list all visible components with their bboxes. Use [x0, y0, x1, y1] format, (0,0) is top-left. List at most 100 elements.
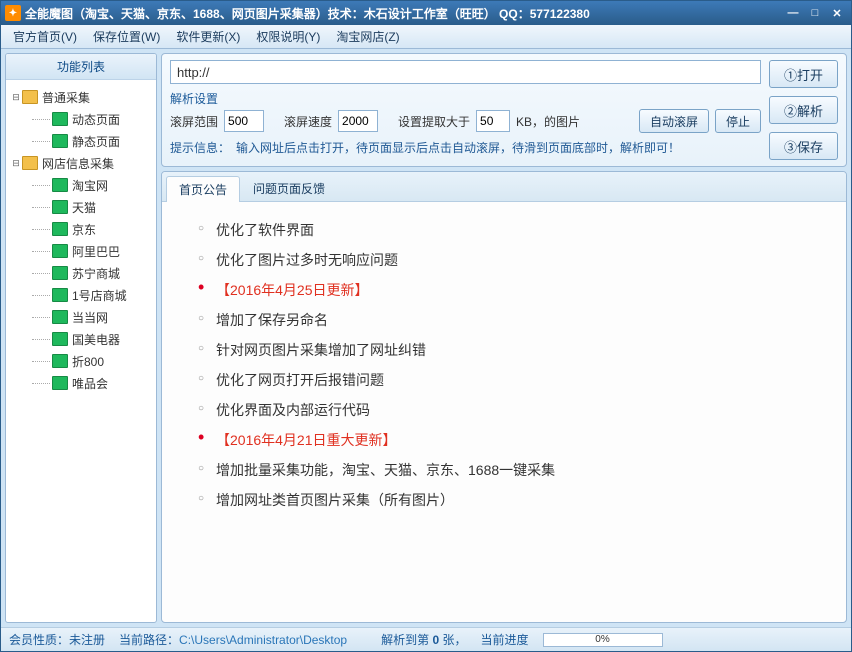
- folder-icon: [52, 112, 68, 126]
- parse-section-label: 解析设置: [170, 90, 218, 107]
- tree-connector: [32, 185, 50, 186]
- tree-connector: [32, 383, 50, 384]
- progress-bar: 0%: [543, 633, 663, 647]
- bulletin-item: 增加批量采集功能，淘宝、天猫、京东、1688一键采集: [198, 460, 828, 480]
- extract-prefix-label: 设置提取大于: [398, 113, 470, 130]
- maximize-button[interactable]: □: [805, 5, 825, 21]
- menu-bar: 官方首页(V) 保存位置(W) 软件更新(X) 权限说明(Y) 淘宝网店(Z): [1, 25, 851, 49]
- folder-icon: [52, 244, 68, 258]
- hint-text: 输入网址后点击打开，待页面显示后点击自动滚屏，待滑到页面底部时，解析即可！: [236, 139, 680, 156]
- tree-group-label[interactable]: 普通采集: [42, 89, 90, 106]
- tree-connector: [32, 295, 50, 296]
- parsed-suffix: 张，: [442, 633, 466, 647]
- folder-icon: [22, 90, 38, 104]
- tabs-head: 首页公告 问题页面反馈: [162, 172, 846, 202]
- stop-button[interactable]: 停止: [715, 109, 761, 133]
- tree-connector: [32, 273, 50, 274]
- menu-taobao-shop[interactable]: 淘宝网店(Z): [328, 26, 407, 47]
- folder-icon: [52, 376, 68, 390]
- extract-kb-input[interactable]: [476, 110, 510, 132]
- tree-connector: [32, 361, 50, 362]
- bulletin-item: 优化了软件界面: [198, 220, 828, 240]
- minimize-button[interactable]: —: [783, 5, 803, 21]
- tree-connector: [32, 251, 50, 252]
- menu-save-location[interactable]: 保存位置(W): [85, 26, 168, 47]
- close-button[interactable]: ✕: [827, 5, 847, 21]
- bulletin-item: 针对网页图片采集增加了网址纠错: [198, 340, 828, 360]
- window-controls: — □ ✕: [783, 5, 847, 21]
- tree-item-label[interactable]: 国美电器: [72, 331, 120, 348]
- menu-permission[interactable]: 权限说明(Y): [248, 26, 328, 47]
- tree-item-label[interactable]: 天猫: [72, 199, 96, 216]
- tree-connector: [32, 317, 50, 318]
- folder-icon: [52, 288, 68, 302]
- tree-connector: [32, 141, 50, 142]
- tab-body[interactable]: 优化了软件界面优化了图片过多时无响应问题【2016年4月25日更新】增加了保存另…: [162, 202, 846, 622]
- folder-icon: [52, 222, 68, 236]
- tree-item-label[interactable]: 静态页面: [72, 133, 120, 150]
- folder-icon: [52, 310, 68, 324]
- tree-item-label[interactable]: 动态页面: [72, 111, 120, 128]
- title-bar: ✦ 全能魔图（淘宝、天猫、京东、1688、网页图片采集器）技术：木石设计工作室（…: [1, 1, 851, 25]
- folder-icon: [52, 200, 68, 214]
- bulletin-item: 增加了保存另命名: [198, 310, 828, 330]
- tree-item-label[interactable]: 唯品会: [72, 375, 108, 392]
- scroll-range-input[interactable]: [224, 110, 264, 132]
- open-button[interactable]: ①打开: [769, 60, 838, 88]
- tree-item-label[interactable]: 阿里巴巴: [72, 243, 120, 260]
- status-bar: 会员性质：未注册 当前路径：C:\Users\Administrator\Des…: [1, 627, 851, 651]
- tree-toggle-icon[interactable]: ⊟: [10, 92, 22, 103]
- tree-item-label[interactable]: 淘宝网: [72, 177, 108, 194]
- parsed-label: 解析到第: [381, 633, 429, 647]
- tree-item-label[interactable]: 苏宁商城: [72, 265, 120, 282]
- sidebar-title: 功能列表: [6, 54, 156, 80]
- app-window: ✦ 全能魔图（淘宝、天猫、京东、1688、网页图片采集器）技术：木石设计工作室（…: [0, 0, 852, 652]
- app-icon: ✦: [5, 5, 21, 21]
- tree-connector: [32, 229, 50, 230]
- path-label: 当前路径：: [119, 633, 179, 647]
- tree-item-label[interactable]: 折800: [72, 353, 104, 370]
- member-label: 会员性质：: [9, 633, 69, 647]
- bulletin-list: 优化了软件界面优化了图片过多时无响应问题【2016年4月25日更新】增加了保存另…: [198, 220, 828, 510]
- tab-feedback[interactable]: 问题页面反馈: [240, 175, 338, 201]
- bulletin-item: 增加网址类首页图片采集（所有图片）: [198, 490, 828, 510]
- action-buttons: ①打开 ②解析 ③保存: [769, 60, 838, 160]
- control-panel: 解析设置 滚屏范围 滚屏速度 设置提取大于 KB，的图片: [161, 53, 847, 167]
- tree-group-label[interactable]: 网店信息采集: [42, 155, 114, 172]
- folder-icon: [52, 266, 68, 280]
- menu-update[interactable]: 软件更新(X): [168, 26, 248, 47]
- folder-icon: [22, 156, 38, 170]
- member-value: 未注册: [69, 633, 105, 647]
- scroll-range-label: 滚屏范围: [170, 113, 218, 130]
- tree-connector: [32, 207, 50, 208]
- tree-connector: [32, 339, 50, 340]
- tree-item-label[interactable]: 1号店商城: [72, 287, 127, 304]
- path-value: C:\Users\Administrator\Desktop: [179, 633, 347, 647]
- scroll-speed-label: 滚屏速度: [284, 113, 332, 130]
- hint-label: 提示信息：: [170, 139, 230, 156]
- folder-icon: [52, 178, 68, 192]
- scroll-speed-input[interactable]: [338, 110, 378, 132]
- tree-item-label[interactable]: 当当网: [72, 309, 108, 326]
- tree: ⊟ 普通采集动态页面静态页面 ⊟ 网店信息采集淘宝网天猫京东阿里巴巴苏宁商城 1号店商城…: [6, 80, 156, 622]
- bulletin-item: 【2016年4月21日重大更新】: [198, 430, 828, 450]
- sidebar: 功能列表 ⊟ 普通采集动态页面静态页面 ⊟ 网店信息采集淘宝网天猫京东阿里巴巴苏宁商城…: [5, 53, 157, 623]
- bulletin-item: 优化了网页打开后报错问题: [198, 370, 828, 390]
- tabs-panel: 首页公告 问题页面反馈 优化了软件界面优化了图片过多时无响应问题【2016年4月…: [161, 171, 847, 623]
- auto-scroll-button[interactable]: 自动滚屏: [639, 109, 709, 133]
- main-area: 解析设置 滚屏范围 滚屏速度 设置提取大于 KB，的图片: [161, 53, 847, 623]
- bulletin-item: 优化界面及内部运行代码: [198, 400, 828, 420]
- bulletin-item: 优化了图片过多时无响应问题: [198, 250, 828, 270]
- app-body: 功能列表 ⊟ 普通采集动态页面静态页面 ⊟ 网店信息采集淘宝网天猫京东阿里巴巴苏宁商城…: [1, 49, 851, 627]
- tab-announcement[interactable]: 首页公告: [166, 176, 240, 202]
- url-input[interactable]: [170, 60, 761, 84]
- parse-button[interactable]: ②解析: [769, 96, 838, 124]
- progress-label: 当前进度: [481, 631, 529, 648]
- window-title: 全能魔图（淘宝、天猫、京东、1688、网页图片采集器）技术：木石设计工作室（旺旺…: [25, 5, 783, 22]
- tree-connector: [32, 119, 50, 120]
- menu-home[interactable]: 官方首页(V): [5, 26, 85, 47]
- tree-toggle-icon[interactable]: ⊟: [10, 158, 22, 169]
- tree-item-label[interactable]: 京东: [72, 221, 96, 238]
- progress-text: 0%: [544, 634, 662, 645]
- save-button[interactable]: ③保存: [769, 132, 838, 160]
